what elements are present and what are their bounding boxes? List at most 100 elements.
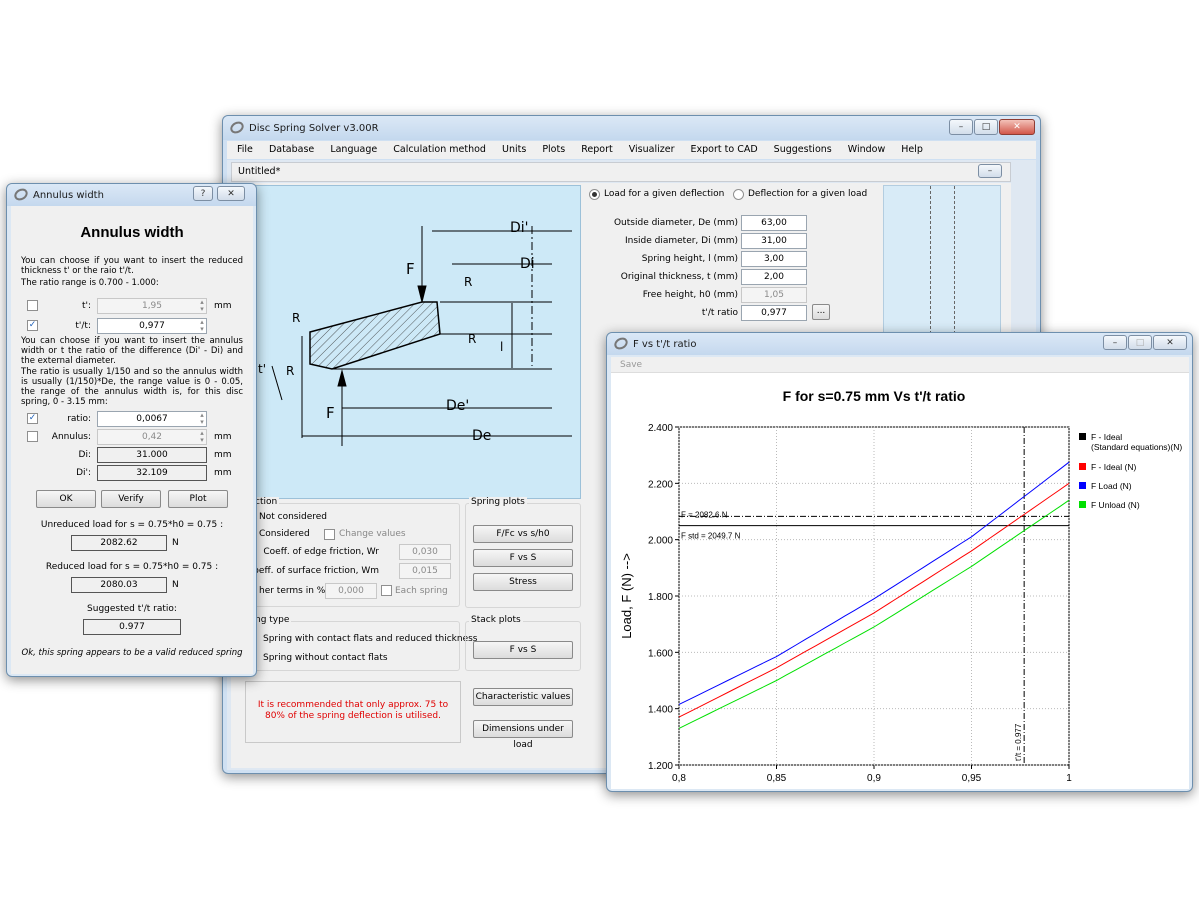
param-field-ratio[interactable]: 0,977	[741, 305, 807, 321]
load-chart: F for s=0.75 mm Vs t'/t ratio 0,8 0,85 0,9 0…	[619, 388, 1182, 784]
diagram-label-r1: R	[292, 311, 301, 325]
param-field-l[interactable]: 3,00	[741, 251, 807, 267]
plot-window-title: F vs t'/t ratio	[633, 338, 697, 350]
annulus-checkbox[interactable]	[27, 431, 38, 442]
y-tick-label: 1.200	[648, 761, 673, 772]
mode-radio-deflection[interactable]	[733, 189, 744, 200]
menu-report[interactable]: Report	[581, 144, 613, 155]
menu-file[interactable]: File	[237, 144, 253, 155]
menu-suggestions[interactable]: Suggestions	[774, 144, 832, 155]
param-field-de[interactable]: 63,00	[741, 215, 807, 231]
friction-not-considered[interactable]: Not considered	[259, 512, 327, 522]
maximize-button[interactable]: □	[974, 119, 998, 135]
diagram-label-de-prime: De'	[446, 398, 470, 414]
spring-type-flats[interactable]: Spring with contact flats and reduced th…	[263, 634, 477, 644]
x-tick-label: 0,8	[672, 773, 686, 784]
spring-type-no-flats[interactable]: Spring without contact flats	[263, 653, 388, 663]
dip-label: Di':	[76, 468, 91, 478]
param-label-l: Spring height, l (mm)	[641, 254, 738, 264]
annulus-window-title: Annulus width	[33, 189, 104, 201]
x-tick-label: 0,95	[962, 773, 982, 784]
surface-friction-field[interactable]: 0,015	[399, 563, 451, 579]
annulus-app-icon	[12, 186, 30, 203]
annulus-para3: The ratio is usually 1/150 and so the an…	[21, 367, 243, 407]
menu-bar: File Database Language Calculation metho…	[227, 141, 1036, 159]
friction-considered[interactable]: Considered	[259, 529, 310, 539]
plot-stress-button[interactable]: Stress	[473, 573, 573, 591]
ratio2-field[interactable]: 0,0067	[97, 411, 207, 427]
diagram-label-di-prime: Di'	[510, 220, 529, 236]
reduced-load-label: Reduced load for s = 0.75*h0 = 0.75 :	[45, 562, 219, 572]
change-values-checkbox[interactable]	[324, 529, 335, 540]
mode-label-load: Load for a given deflection	[604, 189, 725, 199]
y-tick-label: 1.800	[648, 592, 673, 603]
each-spring-checkbox[interactable]	[381, 585, 392, 596]
mode-radio-load[interactable]	[589, 189, 600, 200]
param-field-h0[interactable]: 1,05	[741, 287, 807, 303]
plot-f-vs-s-button[interactable]: F vs S	[473, 549, 573, 567]
legend-label: F - Ideal	[1091, 432, 1122, 442]
ratio-dialog-button[interactable]: ...	[812, 304, 830, 320]
plot-maximize-button[interactable]: □	[1128, 335, 1152, 350]
spring-type-group	[235, 621, 460, 671]
chart-title: F for s=0.75 mm Vs t'/t ratio	[783, 388, 966, 404]
characteristic-values-button[interactable]: Characteristic values	[473, 688, 573, 706]
plot-minimize-button[interactable]: –	[1103, 335, 1127, 350]
menu-export-cad[interactable]: Export to CAD	[691, 144, 758, 155]
tprime-label: t':	[81, 301, 91, 311]
annulus-range-note: The ratio range is 0.700 - 1.000:	[21, 278, 159, 288]
annulus-titlebar: Annulus width ? ✕	[7, 184, 256, 206]
y-tick-label: 1.600	[648, 648, 673, 659]
dimensions-under-load-button[interactable]: Dimensions under load	[473, 720, 573, 750]
plot-toolbar: Save	[611, 357, 1189, 373]
edge-friction-field[interactable]: 0,030	[399, 544, 451, 560]
document-title: Untitled*	[238, 166, 281, 177]
spring-type-title: ng type	[253, 615, 292, 625]
save-menu-item[interactable]: Save	[620, 360, 642, 370]
warning-text: It is recommended that only approx. 75 t…	[257, 700, 449, 721]
param-label-di: Inside diameter, Di (mm)	[624, 236, 738, 246]
menu-language[interactable]: Language	[330, 144, 377, 155]
menu-database[interactable]: Database	[269, 144, 314, 155]
menu-plots[interactable]: Plots	[542, 144, 565, 155]
annulus-help-button[interactable]: ?	[193, 186, 213, 201]
other-terms-field[interactable]: 0,000	[325, 583, 377, 599]
ratio-checkbox[interactable]: ✓	[27, 320, 38, 331]
x-tick-label: 1	[1066, 773, 1072, 784]
ok-button[interactable]: OK	[36, 490, 96, 508]
tprime-checkbox[interactable]	[27, 300, 38, 311]
annulus-dialog: Annulus width ? ✕ Annulus width You can …	[6, 183, 257, 677]
param-field-di[interactable]: 31,00	[741, 233, 807, 249]
plot-f-fc-button[interactable]: F/Fc vs s/h0	[473, 525, 573, 543]
ratio-field[interactable]: 0,977	[97, 318, 207, 334]
annulus-status: Ok, this spring appears to be a valid re…	[21, 648, 243, 658]
annulus-close-button[interactable]: ✕	[217, 186, 245, 201]
minimize-button[interactable]: –	[949, 119, 973, 135]
close-button[interactable]: ✕	[999, 119, 1035, 135]
plot-close-button[interactable]: ✕	[1153, 335, 1187, 350]
plot-button[interactable]: Plot	[168, 490, 228, 508]
change-values-label: Change values	[339, 529, 406, 539]
main-titlebar: Disc Spring Solver v3.00R – □ ✕	[223, 116, 1040, 140]
annulus-field[interactable]: 0,42	[97, 429, 207, 445]
annulus-intro: You can choose if you want to insert the…	[21, 256, 243, 276]
plot-body: Save F for s=0.75 mm Vs t'/t ratio 0,8 0,8…	[611, 357, 1189, 789]
menu-visualizer[interactable]: Visualizer	[629, 144, 675, 155]
legend-swatch	[1079, 463, 1086, 470]
menu-help[interactable]: Help	[901, 144, 923, 155]
stack-f-vs-s-button[interactable]: F vs S	[473, 641, 573, 659]
dip-value: 32.109	[97, 465, 207, 481]
unreduced-load-unit: N	[172, 538, 179, 548]
reduced-load-unit: N	[172, 580, 179, 590]
param-field-t[interactable]: 2,00	[741, 269, 807, 285]
ratio2-checkbox[interactable]: ✓	[27, 413, 38, 424]
di-value: 31.000	[97, 447, 207, 463]
menu-units[interactable]: Units	[502, 144, 526, 155]
verify-button[interactable]: Verify	[101, 490, 161, 508]
menu-calculation-method[interactable]: Calculation method	[393, 144, 486, 155]
doc-minimize-button[interactable]: –	[978, 164, 1002, 178]
param-label-h0: Free height, h0 (mm)	[642, 290, 738, 300]
annulus-para2: You can choose if you want to insert the…	[21, 336, 243, 366]
tprime-field[interactable]: 1,95	[97, 298, 207, 314]
menu-window[interactable]: Window	[848, 144, 885, 155]
